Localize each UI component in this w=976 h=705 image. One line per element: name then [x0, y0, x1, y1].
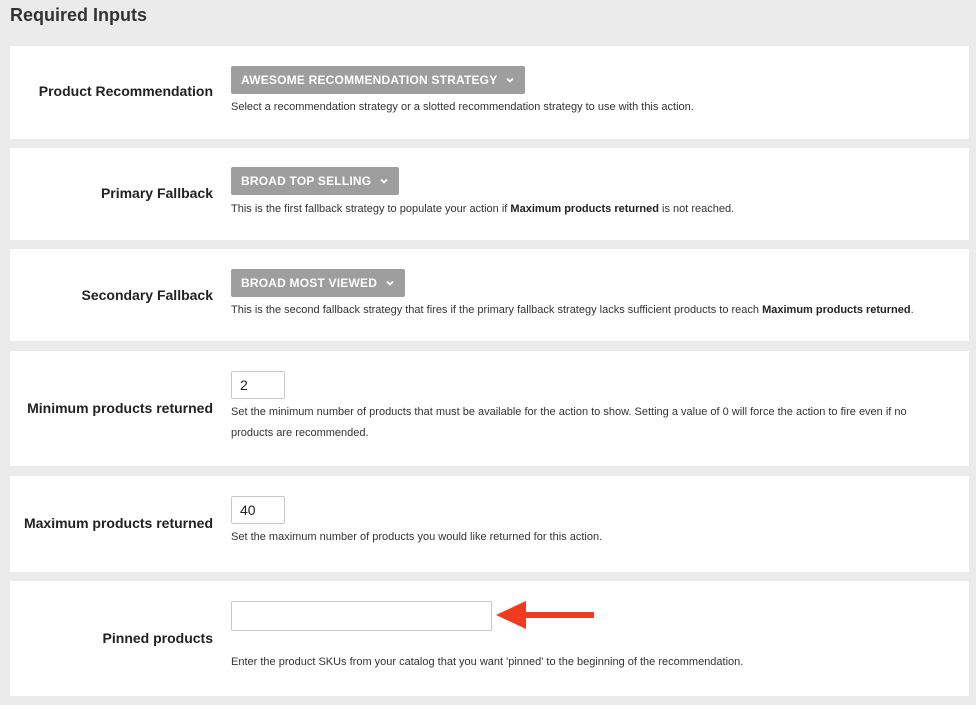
maximum-products-label: Maximum products returned [23, 515, 213, 531]
secondary-fallback-dropdown-label: BROAD MOST VIEWED [241, 276, 378, 290]
primary-fallback-help-end: is not reached. [658, 203, 735, 215]
primary-fallback-help: This is the first fallback strategy to p… [231, 199, 734, 220]
secondary-fallback-help-text: This is the second fallback strategy tha… [231, 304, 763, 316]
minimum-products-row: Minimum products returned Set the minimu… [10, 351, 969, 466]
page: Required Inputs Product Recommendation A… [0, 0, 976, 705]
primary-fallback-dropdown-label: BROAD TOP SELLING [241, 174, 372, 188]
minimum-products-help: Set the minimum number of products that … [231, 406, 907, 439]
primary-fallback-help-bold: Maximum products returned [510, 203, 659, 215]
pinned-products-input[interactable] [231, 601, 492, 631]
secondary-fallback-row: Secondary Fallback BROAD MOST VIEWED Thi… [10, 249, 969, 341]
chevron-down-icon [386, 280, 394, 286]
chevron-down-icon [506, 77, 515, 83]
secondary-fallback-help-bold: Maximum products returned [762, 304, 911, 316]
pinned-products-row: Pinned products Enter the product SKUs f… [10, 581, 969, 696]
product-recommendation-help: Select a recommendation strategy or a sl… [231, 101, 694, 113]
maximum-products-help: Set the maximum number of products you w… [231, 531, 603, 543]
product-recommendation-dropdown-label: AWESOME RECOMMENDATION STRATEGY [241, 73, 498, 87]
secondary-fallback-label: Secondary Fallback [81, 287, 213, 303]
page-title: Required Inputs [10, 5, 148, 25]
product-recommendation-label: Product Recommendation [38, 83, 213, 99]
minimum-products-input[interactable] [231, 371, 285, 399]
maximum-products-input[interactable] [231, 496, 285, 524]
secondary-fallback-help-end: . [910, 304, 914, 316]
arrow-left-icon [496, 601, 594, 629]
primary-fallback-help-text: This is the first fallback strategy to p… [231, 203, 511, 215]
primary-fallback-label: Primary Fallback [100, 185, 213, 201]
primary-fallback-row: Primary Fallback BROAD TOP SELLING This … [10, 148, 969, 240]
product-recommendation-dropdown[interactable]: AWESOME RECOMMENDATION STRATEGY [231, 66, 526, 94]
pinned-products-help: Enter the product SKUs from your catalog… [231, 656, 744, 668]
secondary-fallback-dropdown[interactable]: BROAD MOST VIEWED [231, 269, 406, 297]
primary-fallback-dropdown[interactable]: BROAD TOP SELLING [231, 167, 400, 195]
pinned-products-label: Pinned products [102, 630, 213, 646]
secondary-fallback-help: This is the second fallback strategy tha… [231, 300, 914, 321]
minimum-products-label: Minimum products returned [27, 400, 213, 416]
chevron-down-icon [380, 178, 388, 184]
maximum-products-row: Maximum products returned Set the maximu… [10, 476, 969, 572]
product-recommendation-row: Product Recommendation AWESOME RECOMMEND… [10, 46, 969, 139]
